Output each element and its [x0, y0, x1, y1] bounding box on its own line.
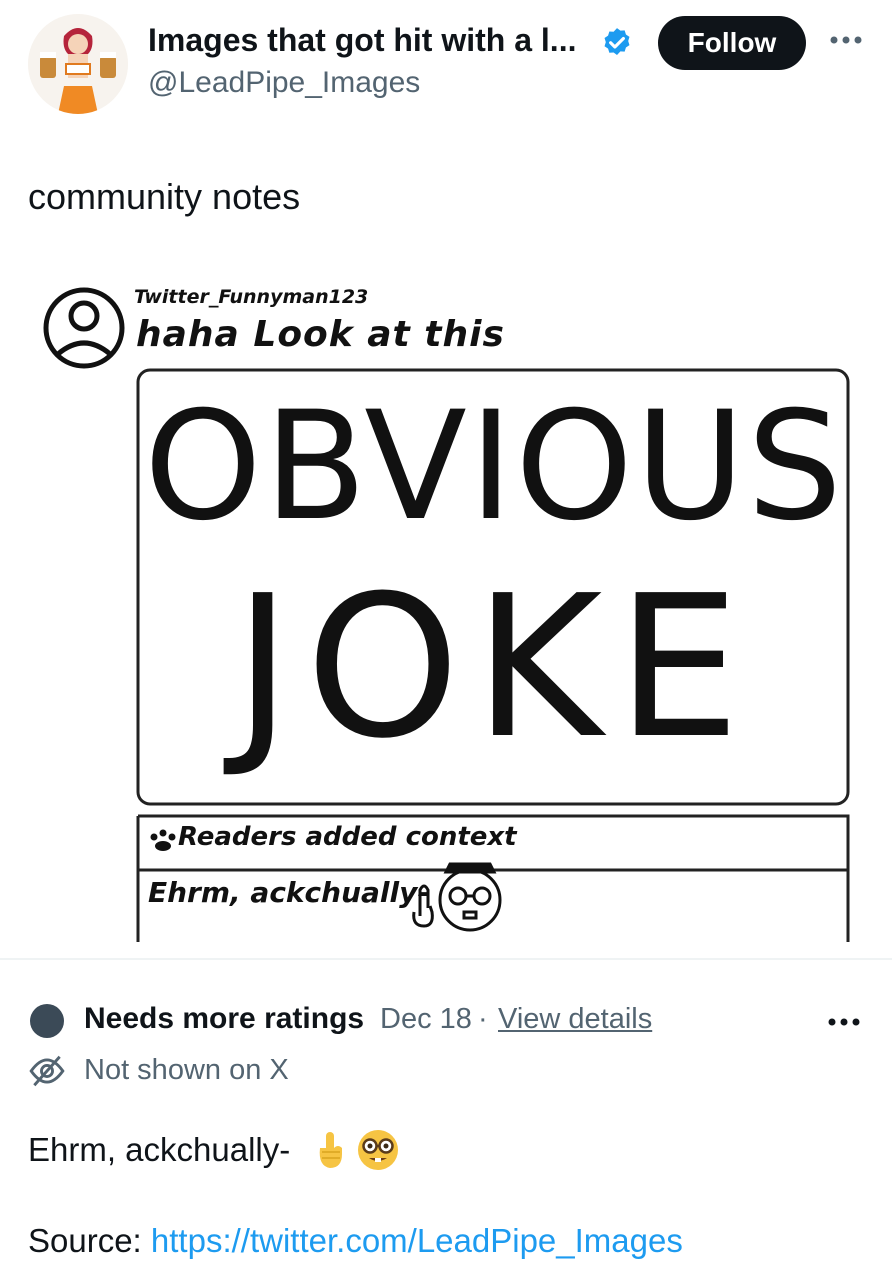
meme-context-text: Ehrm, ackchually-	[148, 876, 429, 909]
follow-button[interactable]: Follow	[658, 16, 806, 70]
note-date: Dec 18	[380, 1003, 472, 1035]
note-separator: ·	[478, 1003, 488, 1035]
author-handle[interactable]: @LeadPipe_Images	[148, 66, 420, 100]
verified-badge-icon	[604, 28, 630, 56]
meme-nerd-face-icon	[438, 862, 502, 932]
meme-username: Twitter_Funnyman123	[134, 286, 369, 308]
author-avatar[interactable]	[28, 14, 128, 114]
meme-paw-icon	[150, 829, 176, 851]
pointing-up-emoji-icon	[319, 1132, 343, 1168]
tweet-text: community notes	[28, 176, 301, 217]
nerd-face-emoji-icon	[358, 1130, 399, 1170]
divider	[0, 958, 892, 960]
note-body-text: Ehrm, ackchually-	[28, 1131, 291, 1168]
note-source: Source: https://twitter.com/LeadPipe_Ima…	[28, 1222, 683, 1260]
note-status-dot-icon	[30, 1004, 64, 1038]
note-more-options-icon[interactable]	[824, 1010, 864, 1034]
view-details-link[interactable]: View details	[498, 1003, 652, 1036]
meme-user-icon	[43, 287, 125, 369]
note-status: Needs more ratings	[84, 1002, 365, 1035]
more-options-icon[interactable]	[826, 28, 866, 52]
meme-caption: haha Look at this	[136, 314, 505, 355]
meme-context-label: Readers added context	[178, 822, 517, 852]
source-label: Source:	[28, 1222, 142, 1259]
source-link[interactable]: https://twitter.com/LeadPipe_Images	[151, 1222, 683, 1259]
eye-off-icon	[29, 1055, 65, 1087]
meme-big-text-line1: OBVIOUS	[143, 380, 845, 554]
meme-big-text-line2: JOKE	[233, 554, 755, 782]
note-body: Ehrm, ackchually-	[28, 1128, 400, 1172]
author-display-name[interactable]: Images that got hit with a l...	[148, 22, 576, 59]
tweet-image[interactable]: Twitter_Funnyman123 haha Look at this OB…	[0, 262, 892, 952]
anime-waitress-avatar-icon	[28, 14, 128, 114]
note-visibility: Not shown on X	[84, 1054, 289, 1086]
